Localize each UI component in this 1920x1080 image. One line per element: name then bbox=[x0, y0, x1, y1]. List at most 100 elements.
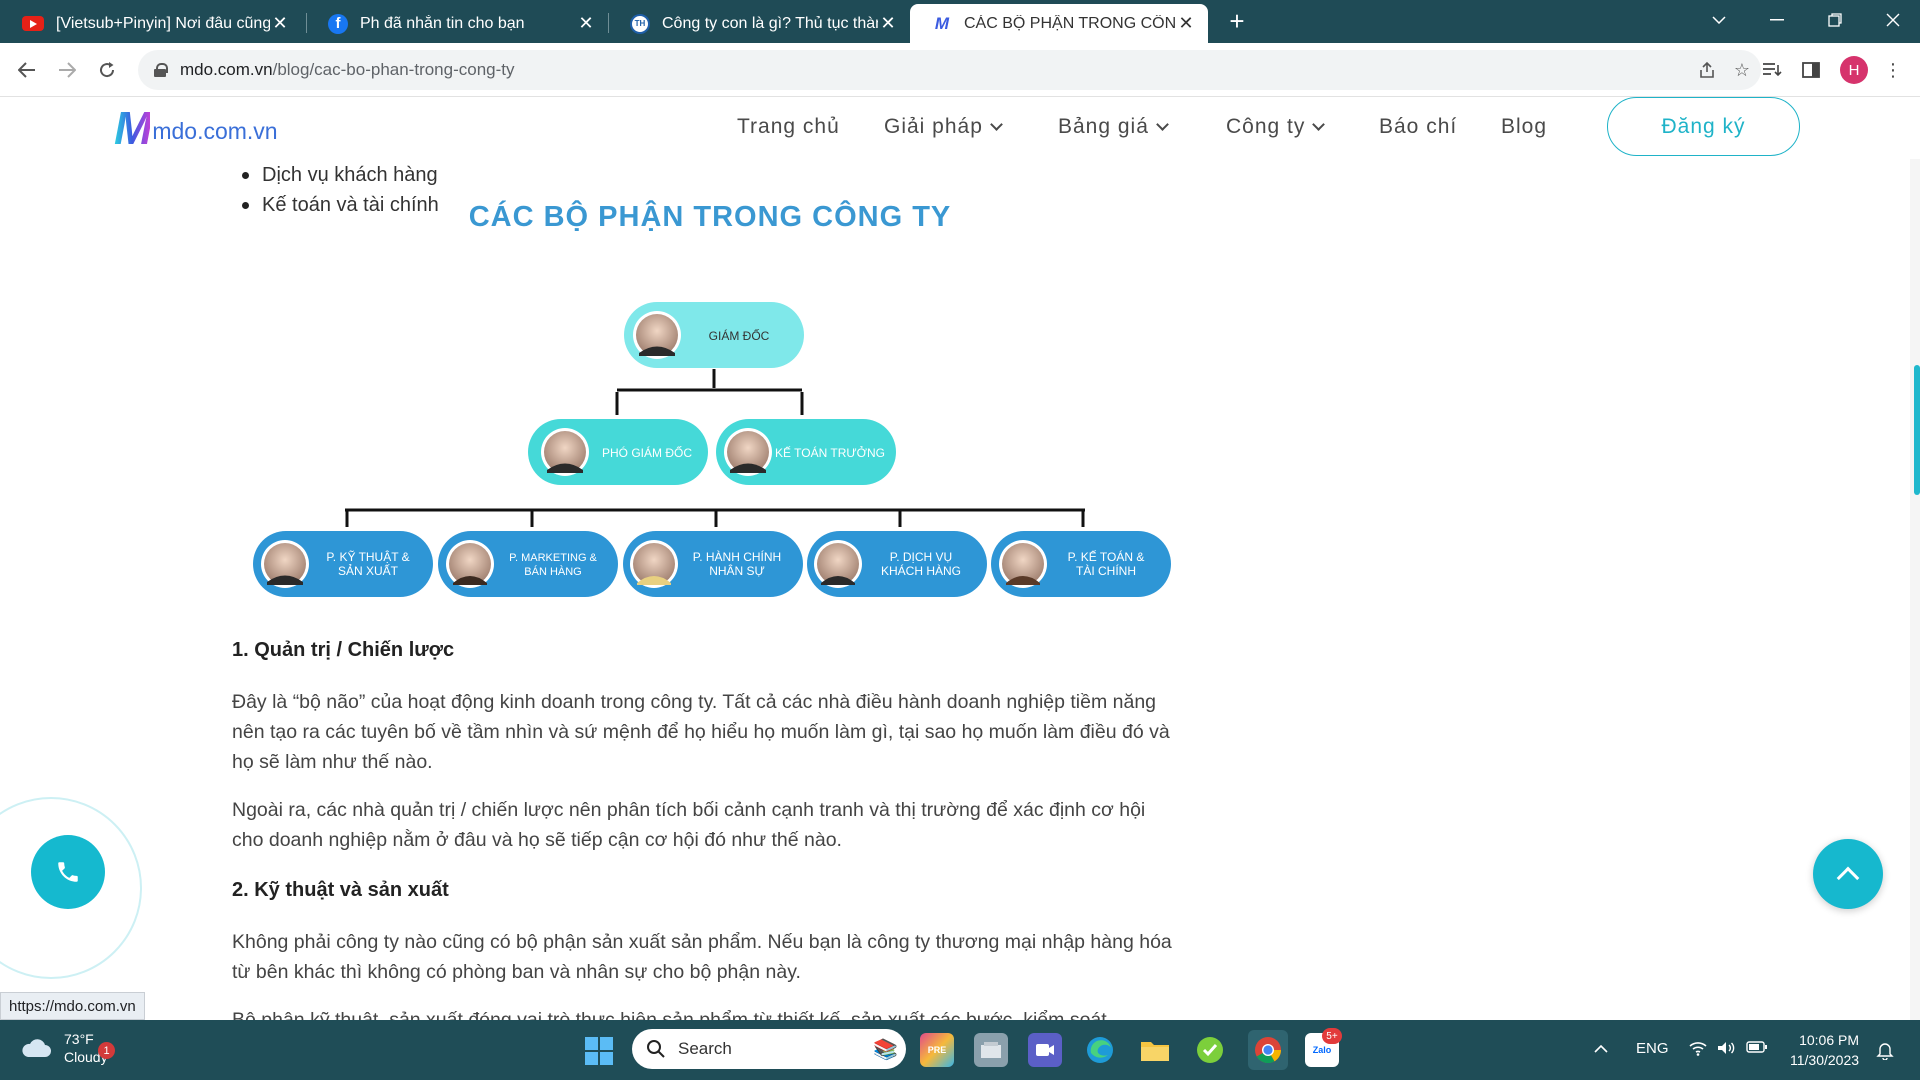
logo-mark: M bbox=[114, 102, 152, 154]
node-label-line1: P. DỊCH VỤ bbox=[890, 550, 952, 564]
call-button[interactable] bbox=[31, 835, 105, 909]
paragraph: Bộ phận kỹ thuật, sản xuất đóng vai trò … bbox=[232, 1009, 1107, 1020]
page-scrollbar[interactable] bbox=[1910, 97, 1920, 1020]
node-label: KẾ TOÁN TRƯỞNG bbox=[775, 445, 885, 460]
node-label-line1: P. HÀNH CHÍNH bbox=[693, 549, 781, 564]
node-label-line1: P. MARKETING & bbox=[509, 552, 597, 564]
node-ke-toan-truong: KẾ TOÁN TRƯỞNG bbox=[716, 419, 896, 485]
chevron-down-icon bbox=[990, 117, 1003, 131]
phone-icon bbox=[58, 862, 78, 882]
nav-cong-ty[interactable]: Công ty bbox=[1226, 115, 1326, 139]
minimize-button[interactable] bbox=[1748, 0, 1806, 40]
site-logo[interactable]: M mdo.com.vn bbox=[114, 105, 278, 151]
tab-facebook[interactable]: f Ph đã nhắn tin cho bạn ✕ bbox=[306, 4, 608, 43]
paragraph: Không phải công ty nào cũng có bộ phận s… bbox=[232, 931, 1172, 983]
notification-badge: 1 bbox=[98, 1042, 115, 1059]
nav-giai-phap[interactable]: Giải pháp bbox=[884, 115, 1003, 139]
site-header: M mdo.com.vn Trang chủ Giải pháp Bảng gi… bbox=[0, 97, 1920, 159]
search-placeholder: Search bbox=[678, 1039, 732, 1058]
teams-icon[interactable] bbox=[1028, 1033, 1062, 1067]
file-manager-icon[interactable] bbox=[974, 1033, 1008, 1067]
bookmark-star-icon[interactable]: ☆ bbox=[1730, 58, 1754, 82]
node-p-hanh-chinh: P. HÀNH CHÍNH NHÂN SỰ bbox=[623, 531, 803, 597]
menu-kebab-icon[interactable]: ⋮ bbox=[1880, 57, 1906, 83]
logo-text: mdo.com.vn bbox=[152, 117, 278, 144]
nav-blog[interactable]: Blog bbox=[1501, 115, 1547, 139]
node-p-dich-vu: P. DỊCH VỤ KHÁCH HÀNG bbox=[807, 531, 987, 597]
app-green-icon[interactable] bbox=[1193, 1033, 1227, 1067]
taskbar-search[interactable]: Search 📚 bbox=[632, 1029, 906, 1069]
share-icon[interactable] bbox=[1695, 58, 1719, 82]
volume-icon[interactable] bbox=[1716, 1040, 1736, 1060]
clock-date: 11/30/2023 bbox=[1790, 1052, 1860, 1068]
youtube-icon bbox=[22, 16, 44, 31]
node-giam-doc: GIÁM ĐỐC bbox=[624, 302, 804, 368]
node-p-marketing: P. MARKETING & BÁN HÀNG bbox=[438, 531, 618, 597]
notification-bell-icon[interactable] bbox=[1876, 1040, 1894, 1064]
node-pho-giam-doc: PHÓ GIÁM ĐỐC bbox=[528, 419, 708, 485]
microsoft-store-pre-icon[interactable]: PRE bbox=[920, 1033, 954, 1067]
scrollbar-thumb[interactable] bbox=[1914, 365, 1920, 495]
file-explorer-icon[interactable] bbox=[1138, 1033, 1172, 1067]
section-heading: 1. Quản trị / Chiến lược bbox=[232, 639, 455, 661]
link-status-bar: https://mdo.com.vn bbox=[0, 992, 145, 1020]
restore-button[interactable] bbox=[1806, 0, 1864, 40]
node-label-line2: KHÁCH HÀNG bbox=[881, 563, 961, 578]
tab-search-chevron-icon[interactable] bbox=[1690, 0, 1748, 40]
signup-button[interactable]: Đăng ký bbox=[1607, 97, 1800, 156]
tab-youtube[interactable]: [Vietsub+Pinyin] Nơi đâu cũng t ✕ bbox=[0, 4, 302, 43]
nav-trang-chu[interactable]: Trang chủ bbox=[737, 115, 840, 139]
tab-title: Ph đã nhắn tin cho bạn bbox=[360, 14, 525, 32]
chevron-down-icon bbox=[1156, 117, 1169, 131]
close-tab-icon[interactable]: ✕ bbox=[878, 13, 898, 34]
chrome-icon[interactable] bbox=[1248, 1030, 1288, 1070]
tab-title: [Vietsub+Pinyin] Nơi đâu cũng t bbox=[56, 14, 270, 32]
side-panel-icon[interactable] bbox=[1798, 57, 1824, 83]
search-icon bbox=[647, 1040, 665, 1058]
paragraph: Ngoài ra, các nhà quản trị / chiến lược … bbox=[232, 799, 1146, 851]
weather-widget[interactable]: 73°F Cloudy bbox=[20, 1030, 108, 1066]
system-clock[interactable]: 10:06 PM 11/30/2023 bbox=[1790, 1030, 1859, 1070]
address-bar[interactable]: mdo.com.vn/blog/cac-bo-phan-trong-cong-t… bbox=[138, 50, 1761, 90]
back-to-top-button[interactable] bbox=[1813, 839, 1883, 909]
battery-icon[interactable] bbox=[1746, 1040, 1768, 1058]
close-window-button[interactable] bbox=[1864, 0, 1920, 40]
paragraph: Đây là “bộ não” của hoạt động kinh doanh… bbox=[232, 691, 1170, 773]
back-button[interactable] bbox=[12, 55, 42, 85]
nav-bang-gia[interactable]: Bảng giá bbox=[1058, 115, 1169, 139]
tab-cong-ty-con[interactable]: TH Công ty con là gì? Thủ tục thành ✕ bbox=[608, 4, 910, 43]
node-label-line1: P. KẾ TOÁN & bbox=[1068, 549, 1145, 564]
cloud-icon bbox=[22, 1039, 51, 1057]
reload-button[interactable] bbox=[92, 55, 122, 85]
close-tab-icon[interactable]: ✕ bbox=[270, 13, 290, 34]
profile-avatar[interactable]: H bbox=[1840, 56, 1868, 84]
close-tab-icon[interactable]: ✕ bbox=[1176, 13, 1196, 34]
tab-title: CÁC BỘ PHẬN TRONG CÔNG TY bbox=[964, 14, 1176, 32]
reading-list-icon[interactable] bbox=[1759, 57, 1785, 83]
tab-title: Công ty con là gì? Thủ tục thành bbox=[662, 14, 878, 32]
clock-time: 10:06 PM bbox=[1799, 1032, 1860, 1048]
close-tab-icon[interactable]: ✕ bbox=[576, 13, 596, 34]
org-chart-diagram: GIÁM ĐỐC PHÓ GIÁM ĐỐC KẾ TOÁN TRƯỞNG P. … bbox=[253, 302, 1171, 597]
node-label-line2: BÁN HÀNG bbox=[524, 565, 581, 578]
node-label-line2: TÀI CHÍNH bbox=[1076, 563, 1136, 578]
language-indicator[interactable]: ENG bbox=[1636, 1040, 1669, 1057]
edge-icon[interactable] bbox=[1083, 1033, 1117, 1067]
browser-toolbar: mdo.com.vn/blog/cac-bo-phan-trong-cong-t… bbox=[0, 43, 1920, 97]
search-highlight-icon: 📚 bbox=[873, 1038, 898, 1061]
section-heading: 2. Kỹ thuật và sản xuất bbox=[232, 879, 449, 901]
node-label-line1: P. KỸ THUẬT & bbox=[326, 549, 409, 564]
new-tab-button[interactable]: + bbox=[1222, 6, 1252, 36]
nav-bao-chi[interactable]: Báo chí bbox=[1379, 115, 1457, 139]
node-label-line2: NHÂN SỰ bbox=[709, 563, 765, 578]
show-hidden-icons-chevron[interactable] bbox=[1594, 1040, 1608, 1057]
tab-cac-bo-phan[interactable]: M CÁC BỘ PHẬN TRONG CÔNG TY ✕ bbox=[910, 4, 1208, 43]
windows-start-icon[interactable] bbox=[585, 1037, 613, 1065]
windows-taskbar: 73°F Cloudy 1 Search 📚 PRE Zalo 5+ ENG 1… bbox=[0, 1020, 1920, 1080]
browser-tab-strip: [Vietsub+Pinyin] Nơi đâu cũng t ✕ f Ph đ… bbox=[0, 0, 1920, 43]
forward-button[interactable] bbox=[52, 55, 82, 85]
wifi-icon[interactable] bbox=[1688, 1040, 1708, 1060]
lock-icon bbox=[154, 63, 168, 77]
node-label: PHÓ GIÁM ĐỐC bbox=[602, 445, 692, 460]
facebook-icon: f bbox=[328, 13, 348, 34]
